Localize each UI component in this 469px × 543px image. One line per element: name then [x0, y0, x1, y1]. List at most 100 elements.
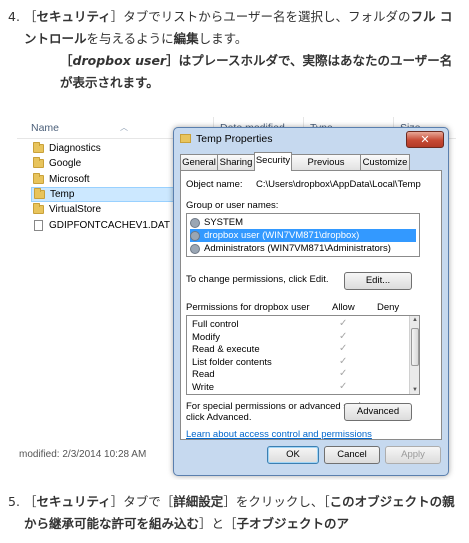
- object-name-label: Object name:: [186, 179, 243, 190]
- file-row[interactable]: Diagnostics: [31, 141, 181, 156]
- step-4-instruction: 4. ［セキュリティ］タブでリストからユーザー名を選択し、フォルダのフル コント…: [8, 6, 463, 50]
- status-modified: modified: 2/3/2014 10:28 AM: [19, 449, 147, 460]
- step-4-text: ［セキュリティ］タブでリストからユーザー名を選択し、フォルダのフル コントロール…: [24, 6, 463, 50]
- folder-icon: [180, 134, 191, 143]
- step-5-instruction: 5. ［セキュリティ］タブで［詳細設定］をクリックし、［このオブジェクトの親から…: [8, 491, 463, 535]
- ok-button[interactable]: OK: [267, 446, 319, 464]
- folder-icon: [33, 157, 44, 169]
- tab-security[interactable]: Security: [254, 152, 292, 171]
- file-name: Microsoft: [49, 173, 90, 185]
- step5-segment: 詳細設定: [173, 494, 224, 509]
- group-label: Group or user names:: [186, 200, 279, 211]
- step5-segment: ］と［: [199, 516, 237, 531]
- dialog-titlebar[interactable]: Temp Properties ✕: [174, 128, 448, 152]
- step4-segment: を与えるように: [86, 31, 174, 46]
- user-row[interactable]: Administrators (WIN7VM871\Administrators…: [190, 242, 391, 255]
- step5-segment: セキュリティ: [36, 494, 111, 509]
- step4-segment: します。: [198, 31, 248, 46]
- user-row[interactable]: SYSTEM: [190, 216, 243, 229]
- permission-name: Read & execute: [192, 344, 260, 355]
- user-name: dropbox user (WIN7VM871\dropbox): [204, 230, 360, 241]
- placeholder-note: ［dropbox user］はプレースホルダで、実際はあなたのユーザー名が表示さ…: [60, 50, 460, 94]
- permission-name: Full control: [192, 319, 239, 330]
- step4-segment: セキュリティ: [36, 9, 111, 24]
- permission-name: List folder contents: [192, 356, 272, 368]
- step5-segment: 子オブジェクトのア: [236, 516, 350, 531]
- step5-segment: ］タブで［: [110, 494, 174, 509]
- note-bracket: ［: [60, 53, 73, 68]
- folder-icon: [33, 142, 44, 154]
- step4-segment: ［: [24, 9, 37, 24]
- allow-checkmark-icon: ✓: [339, 318, 348, 329]
- tab-sharing[interactable]: Sharing: [217, 154, 255, 170]
- scroll-up-icon[interactable]: ▲: [410, 317, 420, 323]
- step-5-text: ［セキュリティ］タブで［詳細設定］をクリックし、［このオブジェクトの親から継承可…: [24, 491, 463, 535]
- permissions-list: Full control ✓ Modify ✓ Read & execute ✓ List …: [186, 315, 420, 395]
- allow-checkmark-icon: ✓: [339, 343, 348, 354]
- allow-header: Allow: [332, 302, 355, 313]
- tab-general[interactable]: General: [180, 154, 218, 170]
- step4-segment: 編集: [173, 31, 199, 46]
- permissions-scrollbar[interactable]: ▲ ▼: [409, 316, 419, 394]
- user-name: Administrators (WIN7VM871\Administrators…: [204, 243, 391, 254]
- object-name-value: C:\Users\dropbox\AppData\Local\Temp: [256, 179, 421, 190]
- user-row[interactable]: dropbox user (WIN7VM871\dropbox): [190, 229, 416, 242]
- file-row[interactable]: Microsoft: [31, 172, 181, 187]
- tab-previous-versions[interactable]: Previous Versions: [291, 154, 361, 183]
- file-list: Diagnostics Google Microsoft Temp VirtualSto…: [31, 141, 181, 233]
- permission-row: Full control ✓: [187, 318, 409, 332]
- file-row[interactable]: Temp: [31, 186, 177, 203]
- close-button[interactable]: ✕: [406, 131, 444, 148]
- step-5-number: 5.: [8, 494, 20, 509]
- step-4-number: 4.: [8, 9, 20, 24]
- permissions-header: Permissions for dropbox user: [186, 302, 310, 313]
- allow-checkmark-icon: ✓: [339, 368, 348, 379]
- user-icon: [190, 230, 200, 241]
- security-panel: Object name: C:\Users\dropbox\AppData\Lo…: [180, 170, 442, 440]
- permission-row: Write ✓: [187, 380, 409, 395]
- file-icon: [34, 219, 43, 231]
- folder-icon: [33, 203, 44, 215]
- screenshot: Name ︿ Date modified Type Size Diagnosti…: [17, 117, 456, 480]
- permission-row: Read & execute ✓: [187, 343, 409, 357]
- file-name: Google: [49, 158, 82, 170]
- folder-icon: [33, 172, 44, 184]
- step4-segment: ］タブでリストからユーザー名を選択し、フォルダの: [110, 9, 411, 24]
- tab-customize[interactable]: Customize: [360, 154, 410, 170]
- scroll-down-icon[interactable]: ▼: [410, 387, 420, 393]
- file-row[interactable]: VirtualStore: [31, 202, 181, 217]
- learn-more-link[interactable]: Learn about access control and permissio…: [186, 429, 372, 440]
- file-name: VirtualStore: [49, 204, 102, 216]
- permission-row: Read ✓: [187, 368, 409, 382]
- permission-name: Read: [192, 369, 215, 380]
- file-row[interactable]: Google: [31, 156, 181, 171]
- dialog-title: Temp Properties: [196, 133, 273, 145]
- user-listbox[interactable]: SYSTEM dropbox user (WIN7VM871\dropbox) Ad…: [186, 213, 420, 257]
- user-name: SYSTEM: [204, 217, 244, 228]
- change-permissions-label: To change permissions, click Edit.: [186, 274, 329, 285]
- user-icon: [190, 217, 200, 228]
- permission-name: Write: [192, 381, 214, 393]
- column-name[interactable]: Name: [31, 122, 59, 134]
- scroll-thumb[interactable]: [411, 328, 419, 366]
- step5-segment: ］をクリックし、［: [223, 494, 330, 509]
- allow-checkmark-icon: ✓: [339, 355, 348, 367]
- properties-dialog: Temp Properties ✕ General Sharing Securi…: [173, 127, 449, 476]
- apply-button[interactable]: Apply: [385, 446, 441, 464]
- cancel-button[interactable]: Cancel: [324, 446, 380, 464]
- file-name: Temp: [50, 189, 75, 201]
- deny-header: Deny: [377, 302, 400, 313]
- advanced-button[interactable]: Advanced: [344, 403, 412, 421]
- permission-row: Modify ✓: [187, 330, 409, 345]
- permission-row: List folder contents ✓: [187, 355, 409, 370]
- file-name: Diagnostics: [49, 143, 101, 155]
- allow-checkmark-icon: ✓: [339, 380, 348, 392]
- sort-arrow-icon: ︿: [120, 123, 128, 132]
- folder-icon: [34, 188, 45, 200]
- file-row[interactable]: GDIPFONTCACHEV1.DAT: [31, 217, 181, 232]
- edit-button[interactable]: Edit...: [344, 272, 412, 290]
- note-placeholder-term: dropbox user: [72, 53, 167, 68]
- user-icon: [190, 243, 200, 254]
- allow-checkmark-icon: ✓: [339, 330, 348, 342]
- permission-name: Modify: [192, 331, 220, 343]
